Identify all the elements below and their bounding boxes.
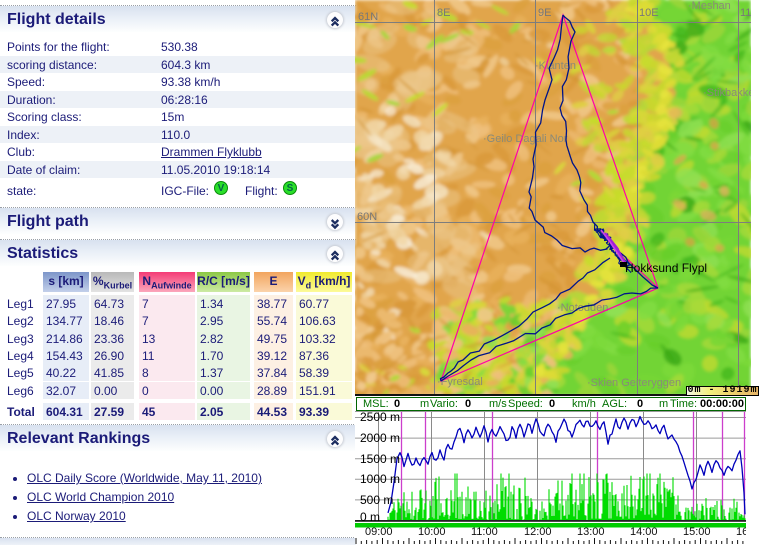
svg-text:·Stikbakke: ·Stikbakke	[703, 87, 751, 99]
svg-text:09:00: 09:00	[365, 526, 393, 538]
svg-text:11:00: 11:00	[471, 526, 498, 538]
svg-text:10E: 10E	[639, 7, 659, 19]
svg-text:60N: 60N	[357, 211, 377, 223]
svg-text:61N: 61N	[358, 11, 378, 23]
svg-text:9E: 9E	[538, 7, 551, 19]
svg-text:8E: 8E	[437, 7, 450, 19]
svg-text:·Skien Geiteryggen: ·Skien Geiteryggen	[587, 377, 681, 389]
svg-text:12:00: 12:00	[524, 526, 552, 538]
svg-text:15:00: 15:00	[683, 526, 711, 538]
svg-text:11: 11	[740, 7, 751, 19]
svg-text:14:00: 14:00	[630, 526, 658, 538]
svg-text:500 m: 500 m	[360, 493, 393, 507]
svg-text:0 m: 0 m	[360, 510, 380, 524]
svg-text:Hokksund Flypl: Hokksund Flypl	[625, 261, 707, 275]
svg-text:10:00: 10:00	[418, 526, 446, 538]
svg-text:1000 m: 1000 m	[360, 472, 400, 486]
svg-text:2500 m: 2500 m	[360, 411, 400, 424]
svg-text:16:: 16:	[736, 526, 746, 538]
svg-text:1500 m: 1500 m	[360, 452, 400, 466]
svg-text:·Meshan: ·Meshan	[688, 0, 731, 12]
svg-text:13:00: 13:00	[577, 526, 605, 538]
svg-text:·Fyresdal: ·Fyresdal	[437, 376, 483, 388]
svg-text:·Klanten: ·Klanten	[535, 60, 576, 72]
svg-text:2000 m: 2000 m	[360, 431, 400, 445]
svg-text:·Geilo Dagali Nor: ·Geilo Dagali Nor	[483, 133, 568, 145]
